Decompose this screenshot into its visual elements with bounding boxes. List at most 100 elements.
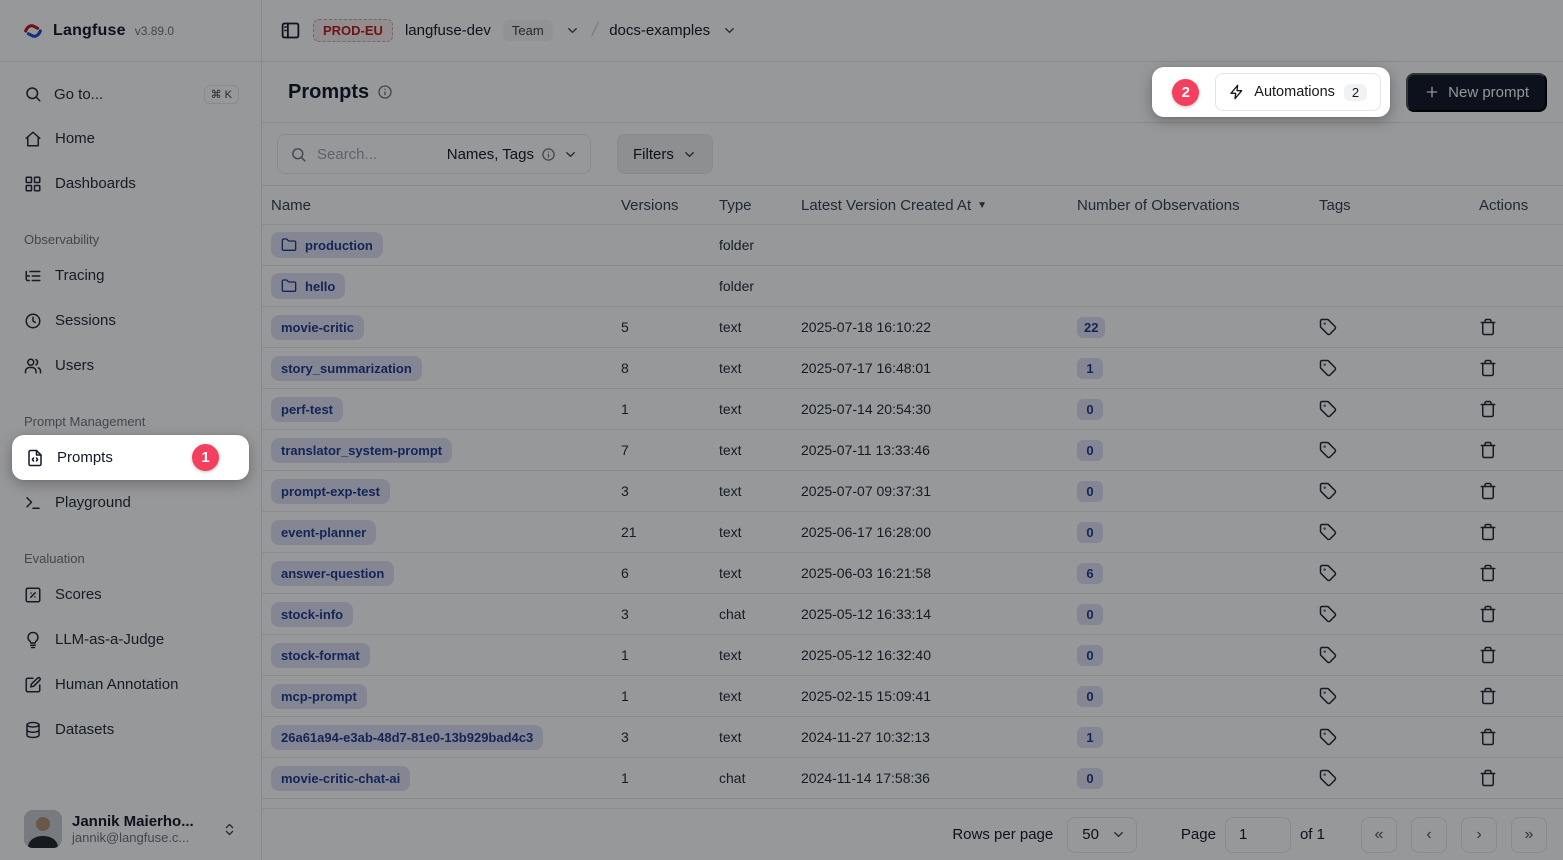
column-header-created-at[interactable]: Latest Version Created At ▼ [792,197,1068,214]
prompt-name-badge[interactable]: perf-test [271,397,343,422]
table-row[interactable]: hello folder [262,266,1563,307]
delete-button[interactable] [1479,646,1497,664]
automations-button[interactable]: Automations 2 [1215,73,1381,111]
table-row[interactable]: stock-format 1 text 2025-05-12 16:32:40 … [262,635,1563,676]
table-row[interactable]: mcp-prompt 1 text 2025-02-15 15:09:41 0 [262,676,1563,717]
created-at-cell: 2025-05-12 16:33:14 [792,606,1068,622]
tag-icon[interactable] [1319,523,1337,541]
table-row[interactable]: perf-test 1 text 2025-07-14 20:54:30 0 [262,389,1563,430]
table-row[interactable]: movie-critic-chat-ai 1 chat 2024-11-14 1… [262,758,1563,799]
prompt-name-badge[interactable]: story_summarization [271,356,422,381]
project-name[interactable]: docs-examples [609,22,710,39]
prompt-name-badge[interactable]: movie-critic [271,315,364,340]
delete-button[interactable] [1479,687,1497,705]
search-scope-select[interactable]: Names, Tags [447,146,578,163]
prompt-name-badge[interactable]: stock-info [271,602,353,627]
prompt-name-badge[interactable]: 26a61a94-e3ab-48d7-81e0-13b929bad4c3 [271,725,543,750]
filters-button[interactable]: Filters [617,134,713,174]
sidebar-item-playground[interactable]: Playground [10,480,251,525]
goto-search[interactable]: Go to... ⌘ K [10,72,251,116]
prev-page-button[interactable]: ‹ [1411,817,1447,853]
table-row[interactable]: event-planner 21 text 2025-06-17 16:28:0… [262,512,1563,553]
delete-button[interactable] [1479,605,1497,623]
versions-cell: 1 [612,401,710,417]
next-page-button[interactable]: › [1461,817,1497,853]
prompt-name-badge[interactable]: production [271,232,383,258]
prompt-name-badge[interactable]: mcp-prompt [271,684,367,709]
tag-icon[interactable] [1319,728,1337,746]
first-page-button[interactable]: « [1361,817,1397,853]
rows-per-page-select[interactable]: 50 [1067,817,1137,853]
sidebar-item-sessions[interactable]: Sessions [10,298,251,343]
table-row[interactable]: 26a61a94-e3ab-48d7-81e0-13b929bad4c3 3 t… [262,717,1563,758]
prompt-name-badge[interactable]: stock-format [271,643,370,668]
table-row[interactable]: production folder [262,225,1563,266]
delete-button[interactable] [1479,400,1497,418]
table-row[interactable]: prompt-exp-test 3 text 2025-07-07 09:37:… [262,471,1563,512]
table-row[interactable]: movie-critic 5 text 2025-07-18 16:10:22 … [262,307,1563,348]
prompt-name-badge[interactable]: event-planner [271,520,376,545]
tag-icon[interactable] [1319,318,1337,336]
sidebar-item-home[interactable]: Home [10,116,251,161]
sidebar-item-llm-judge[interactable]: LLM-as-a-Judge [10,617,251,662]
prompt-name-badge[interactable]: translator_system-prompt [271,438,452,463]
tag-icon[interactable] [1319,441,1337,459]
prompt-name-badge[interactable]: prompt-exp-test [271,479,390,504]
sidebar-item-prompts[interactable]: Prompts 1 [12,435,249,480]
delete-button[interactable] [1479,769,1497,787]
last-page-button[interactable]: » [1511,817,1547,853]
sidebar-item-label: Tracing [55,267,104,284]
sidebar-item-tracing[interactable]: Tracing [10,253,251,298]
created-at-cell: 2025-07-17 16:48:01 [792,360,1068,376]
tag-icon[interactable] [1319,482,1337,500]
table-row[interactable]: answer-question 6 text 2025-06-03 16:21:… [262,553,1563,594]
chevrons-up-down-icon[interactable] [222,822,237,837]
tag-icon[interactable] [1319,564,1337,582]
tag-icon[interactable] [1319,400,1337,418]
info-icon [541,147,556,162]
app-version: v3.89.0 [135,24,174,38]
search-input[interactable]: Search... Names, Tags [277,134,591,174]
list-tree-icon [24,267,42,285]
panel-left-toggle-icon[interactable] [280,20,301,41]
chevron-down-icon[interactable] [722,23,737,38]
sidebar-item-dashboards[interactable]: Dashboards [10,161,251,206]
delete-button[interactable] [1479,482,1497,500]
chevron-down-icon[interactable] [565,23,580,38]
column-header-versions: Versions [612,197,710,214]
type-cell: text [710,401,792,417]
prompt-name-badge[interactable]: movie-critic-chat-ai [271,766,410,791]
observations-badge: 0 [1077,686,1103,707]
sidebar-item-users[interactable]: Users [10,343,251,388]
sidebar-item-datasets[interactable]: Datasets [10,707,251,752]
toolbar: Search... Names, Tags Filters [262,123,1563,185]
goto-label: Go to... [54,86,103,103]
delete-button[interactable] [1479,318,1497,336]
sidebar-item-human-annotation[interactable]: Human Annotation [10,662,251,707]
delete-button[interactable] [1479,728,1497,746]
logo-row: Langfuse v3.89.0 [0,0,261,62]
tag-icon[interactable] [1319,687,1337,705]
sidebar-item-scores[interactable]: Scores [10,572,251,617]
delete-button[interactable] [1479,359,1497,377]
sidebar-item-label: Dashboards [55,175,136,192]
delete-button[interactable] [1479,441,1497,459]
tag-icon[interactable] [1319,769,1337,787]
prompt-name-badge[interactable]: hello [271,273,345,299]
table-row[interactable]: story_summarization 8 text 2025-07-17 16… [262,348,1563,389]
langfuse-logo-icon [22,20,44,42]
table-row[interactable]: translator_system-prompt 7 text 2025-07-… [262,430,1563,471]
automations-spotlight: 2 Automations 2 [1152,67,1390,117]
delete-button[interactable] [1479,523,1497,541]
tag-icon[interactable] [1319,605,1337,623]
page-number-input[interactable]: 1 [1225,817,1291,853]
delete-button[interactable] [1479,564,1497,582]
table-row[interactable]: stock-info 3 chat 2025-05-12 16:33:14 0 [262,594,1563,635]
tag-icon[interactable] [1319,359,1337,377]
prompt-name-badge[interactable]: answer-question [271,561,394,586]
new-prompt-button[interactable]: New prompt [1406,73,1547,112]
tag-icon[interactable] [1319,646,1337,664]
user-menu[interactable]: Jannik Maierho... jannik@langfuse.c... [10,800,251,860]
info-icon[interactable] [377,84,393,100]
org-name[interactable]: langfuse-dev [405,22,491,39]
